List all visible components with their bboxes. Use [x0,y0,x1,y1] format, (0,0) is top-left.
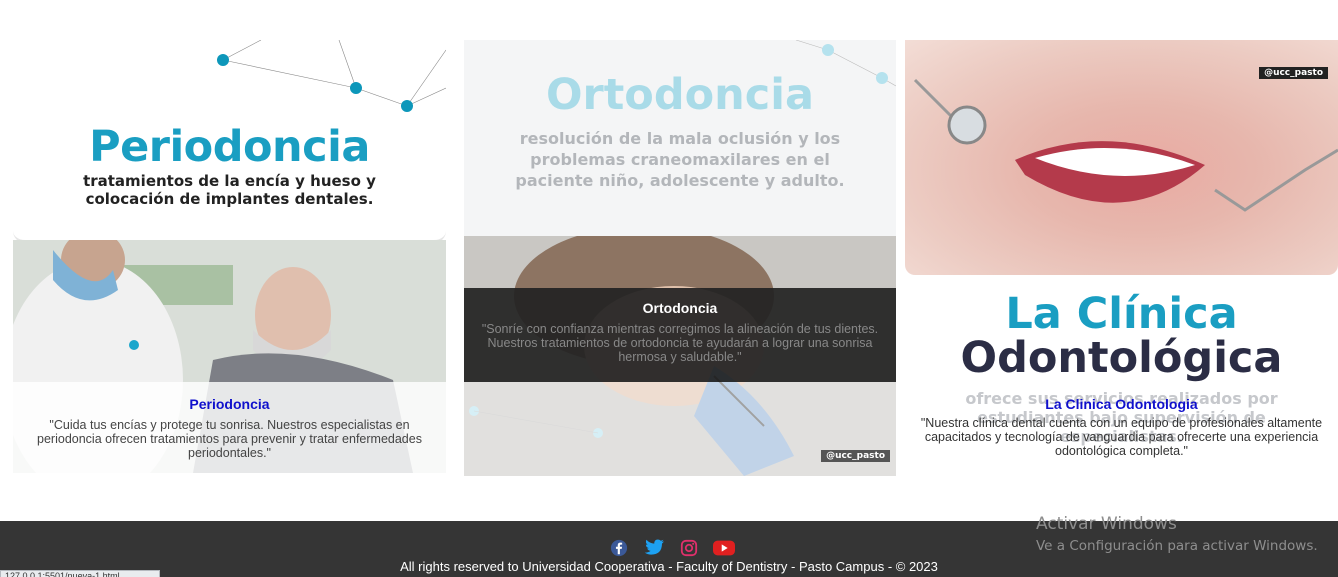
card-clinica: @ucc_pasto La Clínica Odontológica ofrec… [905,40,1338,473]
brand-title: Ortodoncia [545,70,815,120]
youtube-icon[interactable] [713,539,735,557]
instagram-handle-tag: @ucc_pasto [821,450,890,462]
brand-title-line2: Odontológica [960,333,1283,383]
brand-subtitle: resolución de la mala oclusión y los pro… [515,129,845,190]
social-links [608,539,735,557]
card-periodoncia: Periodoncia tratamientos de la encía y h… [13,40,446,473]
card-title: Ortodoncia [642,300,718,316]
browser-status-url: 127.0.0.1:5501/nueva-1.html [0,570,160,577]
instagram-handle-tag: @ucc_pasto [1259,67,1328,79]
caption-panel: Periodoncia "Cuida tus encías y protege … [13,382,446,473]
brand-title-line1: La Clínica [1005,289,1238,339]
watermark-line1: Activar Windows [1036,514,1177,534]
card-title-link[interactable]: Periodoncia [13,396,446,412]
facebook-icon[interactable] [608,539,630,557]
card-title-link[interactable]: La Clinica Odontologia [905,396,1338,412]
windows-activation-watermark: Activar Windows Ve a Configuración para … [1036,514,1318,554]
brand-title: Periodoncia [89,122,370,172]
caption-panel: La Clinica Odontologia "Nuestra clínica … [905,382,1338,473]
brand-subtitle: tratamientos de la encía y hueso y coloc… [83,172,376,208]
card-description: "Nuestra clínica dental cuenta con un eq… [920,416,1323,458]
watermark-line2: Ve a Configuración para activar Windows. [1036,538,1318,554]
card-ortodoncia: Ortodoncia resolución de la mala oclusió… [464,40,896,476]
caption-panel: Ortodoncia "Sonríe con confianza mientra… [464,288,896,382]
card-description: "Sonríe con confianza mientras corregimo… [481,322,879,364]
card-description: "Cuida tus encías y protege tu sonrisa. … [37,418,422,460]
instagram-icon[interactable] [678,539,700,557]
twitter-icon[interactable] [643,539,665,557]
copyright-text: All rights reserved to Universidad Coope… [400,559,938,574]
